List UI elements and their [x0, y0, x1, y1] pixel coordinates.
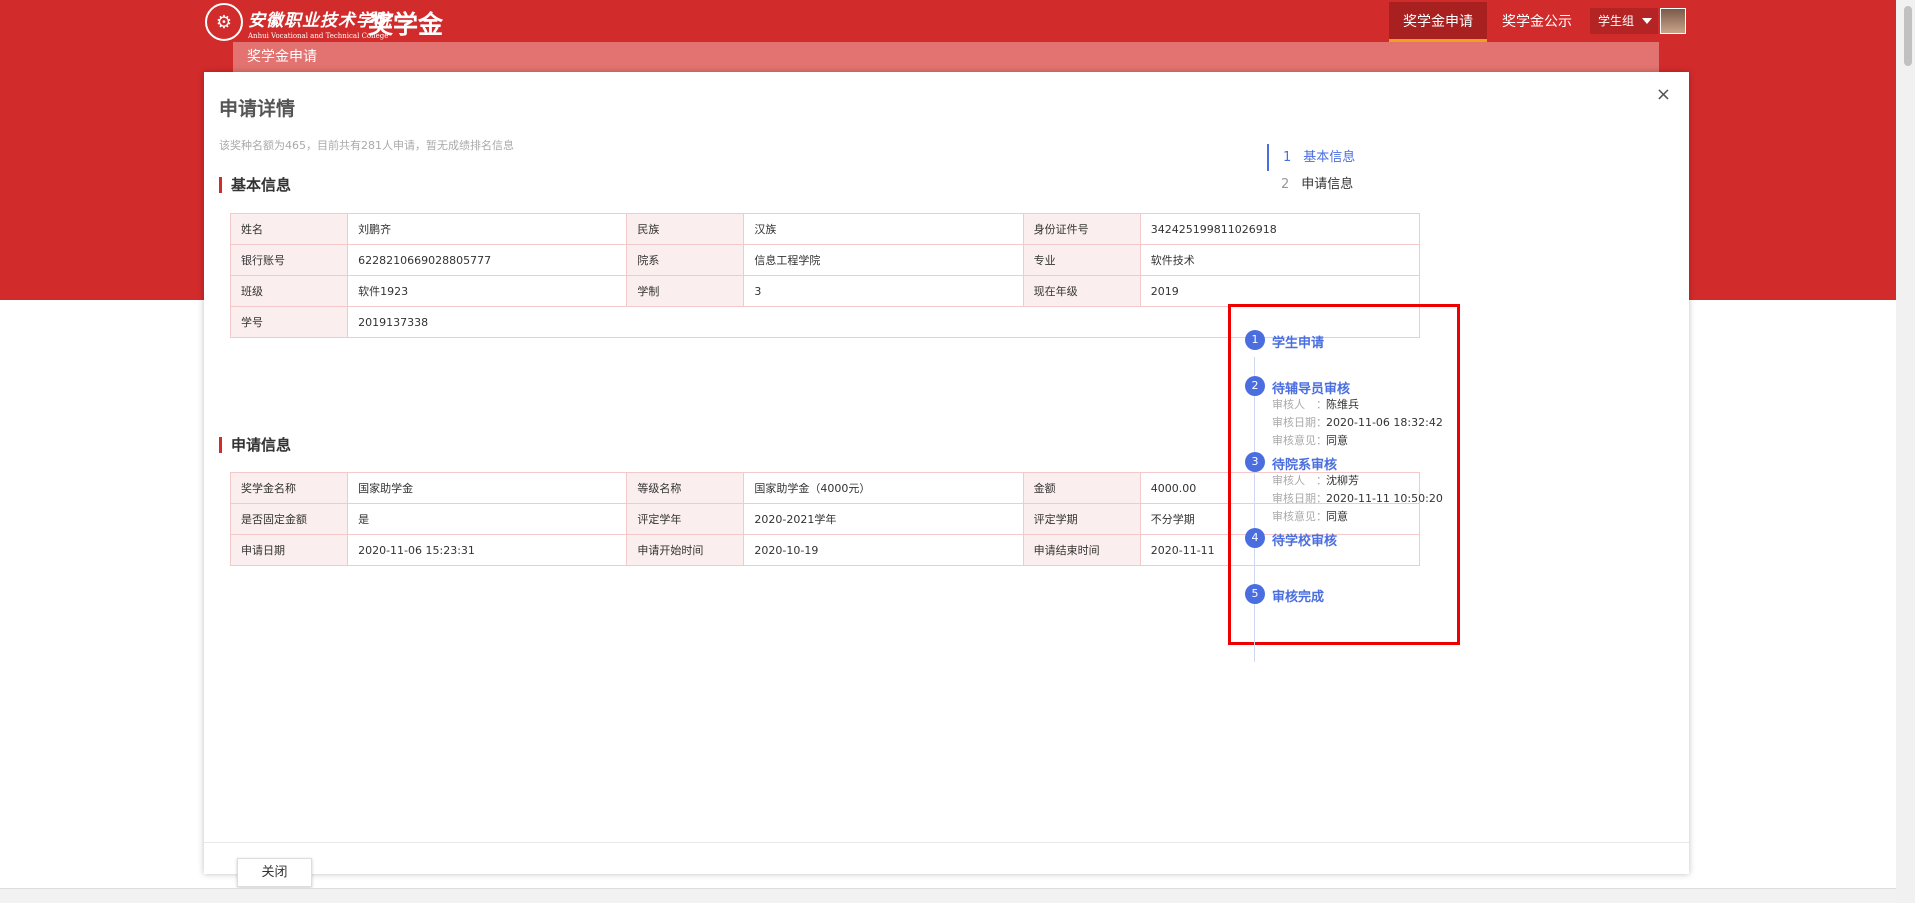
date-value: 2020-11-06 18:32:42: [1326, 416, 1443, 429]
vertical-scrollbar[interactable]: [1896, 0, 1915, 903]
quota-hint: 该奖种名额为465，目前共有281人申请，暂无成绩排名信息: [219, 139, 514, 152]
section-title-basic: 基本信息: [219, 177, 291, 193]
step-date: 审核日期：2020-11-11 10:50:20: [1272, 490, 1443, 506]
avatar[interactable]: [1660, 8, 1686, 34]
field-label: 姓名: [229, 213, 349, 245]
date-key: 审核日期：: [1272, 416, 1327, 429]
table-row: 班级 软件1923 学制 3 现在年级 2019: [229, 275, 1421, 307]
field-value: 国家助学金（4000元）: [743, 472, 1024, 504]
review-timeline: 1 学生申请 2 待辅导员审核 审核人 ：陈维兵 审核日期：2020-11-06…: [1228, 304, 1460, 662]
section-title-apply: 申请信息: [219, 437, 291, 453]
user-role-label: 学生组: [1598, 14, 1635, 28]
modal-title: 申请详情: [219, 98, 296, 120]
reviewer-value: 沈柳芳: [1326, 474, 1359, 487]
step-reviewer: 审核人 ：沈柳芳: [1272, 472, 1359, 488]
field-value: 软件技术: [1139, 244, 1421, 276]
app-title: 奖学金: [368, 10, 444, 39]
reviewer-value: 陈维兵: [1326, 398, 1359, 411]
field-label: 等级名称: [626, 472, 745, 504]
step-opinion: 审核意见：同意: [1272, 432, 1348, 448]
step-number-badge: 2: [1245, 376, 1265, 396]
table-row: 银行账号 6228210669028805777 院系 信息工程学院 专业 软件技术: [229, 244, 1421, 276]
page-subtitle-band: 奖学金申请: [233, 42, 1659, 72]
top-navbar: ⚙ 安徽职业技术学院 Anhui Vocational and Technica…: [0, 0, 1896, 42]
field-label: 金额: [1022, 472, 1141, 504]
field-value: 2020-2021学年: [743, 503, 1024, 535]
field-value: 国家助学金: [347, 472, 628, 504]
field-label: 银行账号: [229, 244, 349, 276]
opinion-key: 审核意见：: [1272, 434, 1327, 447]
field-label: 身份证件号: [1022, 213, 1141, 245]
toc-number: 1: [1283, 150, 1292, 165]
close-button[interactable]: 关闭: [237, 858, 312, 887]
step-reviewer: 审核人 ：陈维兵: [1272, 396, 1359, 412]
step-label: 待学校审核: [1272, 534, 1338, 549]
step-label: 审核完成: [1272, 590, 1325, 605]
date-value: 2020-11-11 10:50:20: [1326, 492, 1443, 505]
step-number-badge: 1: [1245, 330, 1265, 350]
field-label: 申请结束时间: [1022, 534, 1141, 566]
step-date: 审核日期：2020-11-06 18:32:42: [1272, 414, 1443, 430]
bottom-strip: [0, 888, 1896, 903]
step-label: 待辅导员审核: [1272, 382, 1351, 397]
field-label: 民族: [626, 213, 745, 245]
field-label: 学制: [626, 275, 745, 307]
nav-tab-apply[interactable]: 奖学金申请: [1389, 2, 1487, 42]
step-number-badge: 5: [1245, 584, 1265, 604]
step-number-badge: 3: [1245, 452, 1265, 472]
field-label: 院系: [626, 244, 745, 276]
field-label: 现在年级: [1022, 275, 1141, 307]
field-value: 信息工程学院: [743, 244, 1024, 276]
field-value: 是: [347, 503, 628, 535]
toc-item-basic[interactable]: 1 基本信息: [1267, 144, 1407, 171]
field-value: 342425199811026918: [1139, 213, 1421, 245]
nav-tab-publicity[interactable]: 奖学金公示: [1488, 2, 1586, 42]
toc-number: 2: [1281, 177, 1290, 192]
section-toc: 1 基本信息 2 申请信息: [1267, 144, 1407, 198]
reviewer-key: 审核人 ：: [1272, 474, 1327, 487]
field-value: 6228210669028805777: [347, 244, 628, 276]
toc-item-apply[interactable]: 2 申请信息: [1267, 171, 1407, 198]
field-label: 是否固定金额: [229, 503, 349, 535]
field-label: 评定学期: [1022, 503, 1141, 535]
opinion-value: 同意: [1326, 510, 1348, 523]
field-label: 评定学年: [626, 503, 745, 535]
step-label: 学生申请: [1272, 336, 1325, 351]
field-value: 2019: [1139, 275, 1421, 307]
field-value: 汉族: [743, 213, 1024, 245]
field-label: 学号: [229, 306, 349, 338]
field-value: 3: [743, 275, 1024, 307]
close-icon[interactable]: ×: [1656, 84, 1671, 105]
field-value: 2020-10-19: [743, 534, 1024, 566]
scrollbar-thumb[interactable]: [1904, 6, 1912, 66]
field-label: 申请开始时间: [626, 534, 745, 566]
field-value: 软件1923: [347, 275, 628, 307]
timeline-connector: [1254, 357, 1255, 662]
field-label: 奖学金名称: [229, 472, 349, 504]
field-value: 2020-11-06 15:23:31: [347, 534, 628, 566]
toc-label: 申请信息: [1301, 177, 1354, 192]
table-row: 姓名 刘鹏齐 民族 汉族 身份证件号 342425199811026918: [229, 213, 1421, 245]
chevron-down-icon: [1642, 18, 1652, 24]
school-logo-icon: ⚙: [205, 3, 243, 41]
date-key: 审核日期：: [1272, 492, 1327, 505]
opinion-value: 同意: [1326, 434, 1348, 447]
toc-label: 基本信息: [1303, 150, 1356, 165]
step-label: 待院系审核: [1272, 458, 1338, 473]
application-detail-modal: 申请详情 × 该奖种名额为465，目前共有281人申请，暂无成绩排名信息 基本信…: [204, 72, 1689, 887]
reviewer-key: 审核人 ：: [1272, 398, 1327, 411]
step-number-badge: 4: [1245, 528, 1265, 548]
field-label: 班级: [229, 275, 349, 307]
field-value: 刘鹏齐: [347, 213, 628, 245]
user-role-dropdown[interactable]: 学生组: [1590, 8, 1658, 34]
footer-divider: [204, 842, 1689, 843]
field-label: 专业: [1022, 244, 1141, 276]
opinion-key: 审核意见：: [1272, 510, 1327, 523]
step-opinion: 审核意见：同意: [1272, 508, 1348, 524]
field-label: 申请日期: [229, 534, 349, 566]
